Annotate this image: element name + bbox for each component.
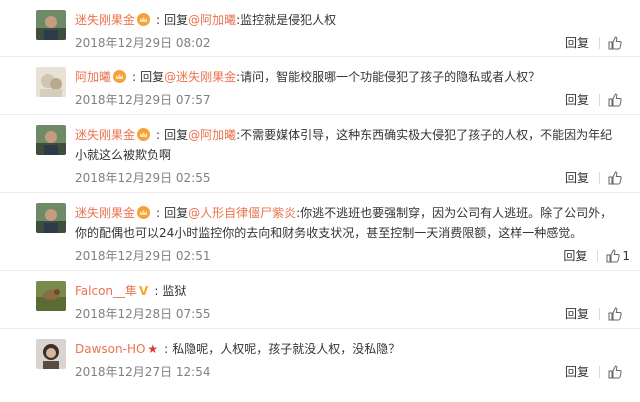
star-badge-icon: ★ [147,342,159,356]
comment-meta: 2018年12月28日 07:55 回复 [75,303,630,325]
comment-text-line: 迷失刚果金: 回复@阿加曦:监控就是侵犯人权 [75,13,337,27]
comment-time: 2018年12月29日 02:55 [75,171,211,185]
avatar-image [36,10,66,40]
thumbs-up-icon [608,365,622,379]
thumbs-up-icon [606,249,621,263]
comment-meta: 2018年12月29日 08:02 回复 [75,32,630,54]
comment-text: :请问，智能校服哪一个功能侵犯了孩子的隐私或者人权？ [236,70,541,84]
username-link[interactable]: Dawson-HO [75,342,145,356]
reply-prefix: 回复 [140,70,165,84]
comment-meta: 2018年12月29日 07:57 回复 [75,89,630,111]
mention-link[interactable]: @迷失刚果金 [164,70,236,84]
avatar-image [36,67,66,97]
avatar[interactable] [36,125,66,155]
like-button[interactable] [600,93,630,107]
reply-button[interactable]: 回复 [555,167,599,189]
avatar-image [36,203,66,233]
comment-actions: 回复 1 [553,245,630,267]
comment-meta: 2018年12月29日 02:55 回复 [75,167,630,189]
comment-actions: 回复 [555,167,630,189]
reply-button[interactable]: 回复 [555,361,599,383]
reply-button[interactable]: 回复 [553,245,597,267]
crown-badge-icon [137,13,151,26]
comment-item: 迷失刚果金: 回复@阿加曦:不需要媒体引导，这种东西确实极大侵犯了孩子的人权，不能… [0,115,640,193]
comment-text: :监控就是侵犯人权 [236,13,337,27]
like-button[interactable] [600,307,630,321]
comment-actions: 回复 [555,89,630,111]
like-count: 1 [622,249,630,263]
reply-button[interactable]: 回复 [555,303,599,325]
crown-badge-icon [137,128,151,141]
comment-text: 监狱 [162,284,187,298]
avatar[interactable] [36,281,66,311]
username-link[interactable]: 阿加曦 [75,70,111,84]
comment-actions: 回复 [555,303,630,325]
username-link[interactable]: 迷失刚果金 [75,13,135,27]
username-link[interactable]: 迷失刚果金 [75,206,135,220]
comment-meta: 2018年12月29日 02:51 回复 1 [75,245,630,267]
comment-time: 2018年12月28日 07:55 [75,307,211,321]
comment-time: 2018年12月27日 12:54 [75,365,211,379]
comment-text-line: 迷失刚果金: 回复@阿加曦:不需要媒体引导，这种东西确实极大侵犯了孩子的人权，不能… [75,128,613,162]
avatar[interactable] [36,10,66,40]
username-link[interactable]: 迷失刚果金 [75,128,135,142]
avatar-image [36,281,66,311]
comment-item: 迷失刚果金: 回复@阿加曦:监控就是侵犯人权 2018年12月29日 08:02 … [0,0,640,57]
avatar[interactable] [36,339,66,369]
comment-item: Dawson-HO ★: 私隐呢，人权呢，孩子就没人权，没私隐？ 2018年12月2… [0,329,640,401]
avatar[interactable] [36,203,66,233]
thumbs-up-icon [608,93,622,107]
reply-prefix: 回复 [164,128,189,142]
reply-prefix: 回复 [164,206,189,220]
thumbs-up-icon [608,171,622,185]
comment-time: 2018年12月29日 02:51 [75,249,211,263]
crown-badge-icon [113,70,127,83]
comment-list: 迷失刚果金: 回复@阿加曦:监控就是侵犯人权 2018年12月29日 08:02 … [0,0,640,401]
avatar-image [36,125,66,155]
comment-actions: 回复 [555,32,630,54]
thumbs-up-icon [608,307,622,321]
v-badge-icon: V [139,284,149,298]
comment-item: 迷失刚果金: 回复@人形自律僵尸紫炎:你逃不逃班也要强制穿，因为公司有人逃班。除了… [0,193,640,271]
comment-meta: 2018年12月27日 12:54 回复 [75,361,630,383]
mention-link[interactable]: @人形自律僵尸紫炎 [188,206,296,220]
comment-text: 私隐呢，人权呢，孩子就没人权，没私隐？ [172,342,401,356]
like-button[interactable] [600,365,630,379]
comment-text-line: 迷失刚果金: 回复@人形自律僵尸紫炎:你逃不逃班也要强制穿，因为公司有人逃班。除了… [75,206,613,240]
comment-text-line: 阿加曦: 回复@迷失刚果金:请问，智能校服哪一个功能侵犯了孩子的隐私或者人权？ [75,70,541,84]
crown-badge-icon [137,206,151,219]
mention-link[interactable]: @阿加曦 [188,128,236,142]
comment-time: 2018年12月29日 08:02 [75,36,211,50]
like-button[interactable]: 1 [598,245,630,267]
username-link[interactable]: Falcon__隼 [75,284,137,298]
comment-item: Falcon__隼 V: 监狱 2018年12月28日 07:55 回复 [0,271,640,329]
mention-link[interactable]: @阿加曦 [188,13,236,27]
comment-actions: 回复 [555,361,630,383]
reply-button[interactable]: 回复 [555,32,599,54]
comment-time: 2018年12月29日 07:57 [75,93,211,107]
avatar[interactable] [36,67,66,97]
reply-button[interactable]: 回复 [555,89,599,111]
reply-prefix: 回复 [164,13,189,27]
avatar-image [36,339,66,369]
comment-item: 阿加曦: 回复@迷失刚果金:请问，智能校服哪一个功能侵犯了孩子的隐私或者人权？ 2… [0,57,640,115]
comment-text-line: Dawson-HO ★: 私隐呢，人权呢，孩子就没人权，没私隐？ [75,342,401,356]
comment-text-line: Falcon__隼 V: 监狱 [75,284,187,298]
thumbs-up-icon [608,36,622,50]
like-button[interactable] [600,171,630,185]
like-button[interactable] [600,36,630,50]
